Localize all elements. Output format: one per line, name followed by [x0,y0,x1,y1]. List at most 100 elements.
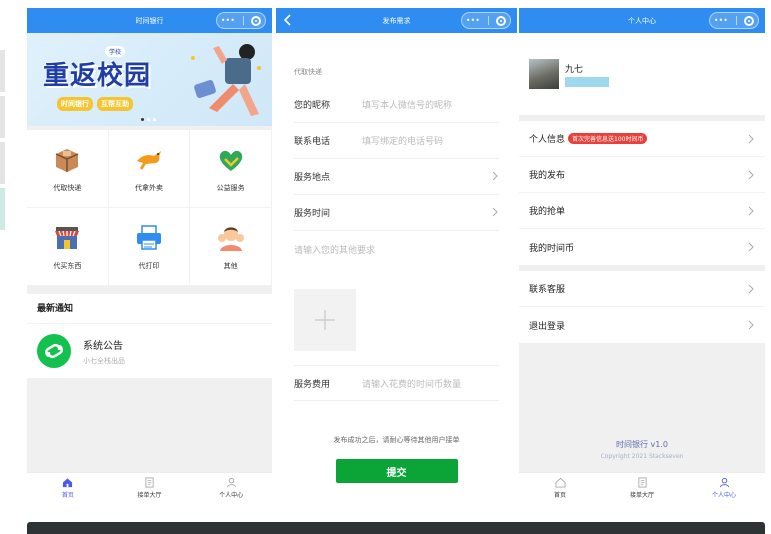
menu-item-time-coins[interactable]: 我的时间币 [519,229,765,265]
chevron-right-icon [748,320,754,330]
service-printing[interactable]: 代打印 [108,208,191,286]
notice-panel: 最新通知 系统公告 小七全栈出品 [27,294,272,378]
chevron-right-icon [748,170,754,180]
more-menu-icon[interactable]: ••• [714,16,728,25]
service-time-picker[interactable]: 服务时间 [294,195,499,231]
field-label: 服务时间 [294,209,331,219]
service-express-pickup[interactable]: 代取快递 [27,130,109,208]
package-icon [56,148,79,172]
requirements-textarea[interactable]: 请输入您的其他要求 [294,231,499,281]
tab-profile[interactable]: 个人中心 [190,473,272,502]
profile-navbar: 个人中心 ••• [519,8,765,33]
field-label: 服务地点 [294,173,331,183]
fee-input[interactable]: 请输入花费的时间币数量 [362,377,461,390]
image-upload-button[interactable] [294,289,356,351]
menu-item-contact-support[interactable]: 联系客服 [519,271,765,307]
field-label: 服务费用 [294,379,331,390]
menu-item-my-posts[interactable]: 我的发布 [519,157,765,193]
app-footer: 时间银行 v1.0 Copyright 2021 Stackseven [519,439,765,460]
more-menu-icon[interactable]: ••• [221,16,235,25]
user-icon [226,477,236,487]
user-icon [719,477,729,487]
menu-item-personal-info[interactable]: 个人信息 首次完善信息送100时间币 [519,121,765,157]
chevron-right-icon [748,134,754,144]
avatar[interactable] [529,59,559,89]
tab-profile[interactable]: 个人中心 [683,473,765,502]
tab-label: 个人中心 [711,491,736,499]
store-icon [55,226,80,249]
notice-subtitle: 小七全栈出品 [83,356,125,365]
copyright: Copyright 2021 Stackseven [600,453,684,460]
publish-form: 代取快递 您的昵称 填写本人微信号的昵称 联系电话 填写绑定的电话号码 服务地点… [276,67,517,483]
chevron-right-icon [748,284,754,294]
menu-item-my-orders[interactable]: 我的抢单 [519,193,765,229]
close-target-icon[interactable] [251,15,262,26]
profile-menu-secondary: 联系客服 退出登录 [519,271,765,343]
close-target-icon[interactable] [496,15,507,26]
sidebar-block-selected[interactable] [0,188,5,230]
home-icon [63,477,73,487]
service-label: 代打印 [138,261,160,270]
notice-item[interactable]: 系统公告 小七全栈出品 [27,324,272,378]
sidebar-block[interactable] [0,50,5,92]
carousel-indicator[interactable] [141,118,156,121]
notice-title: 系统公告 [83,340,123,352]
more-menu-icon[interactable]: ••• [466,16,480,25]
app-version: 时间银行 v1.0 [616,440,668,449]
heart-hands-icon [219,150,242,171]
service-charity[interactable]: 公益服务 [190,130,272,208]
menu-label: 退出登录 [529,321,566,332]
tab-label: 首页 [61,491,74,499]
miniprogram-capsule: ••• [709,12,759,29]
redacted-info-bar [565,76,609,87]
service-location-picker[interactable]: 服务地点 [294,159,499,195]
phone-input[interactable]: 填写绑定的电话号码 [362,134,443,147]
banner-carousel[interactable]: 学校 重返校园 时间银行 互帮互助 [27,33,272,126]
home-navbar: 时间银行 ••• [27,8,272,33]
bottom-tabbar: 首页 接单大厅 个人中心 [519,472,765,502]
tab-label: 首页 [553,491,566,499]
tab-order-hall[interactable]: 接单大厅 [601,473,683,502]
tab-label: 接单大厅 [137,491,162,499]
fee-field[interactable]: 服务费用 请输入花费的时间币数量 [294,365,499,401]
field-label: 联系电话 [294,137,331,147]
publish-title: 发布需求 [382,16,411,25]
plus-icon [315,310,335,330]
printer-icon [136,224,161,250]
service-label: 代买东西 [53,261,82,270]
publish-screen: 发布需求 ••• 代取快递 您的昵称 填写本人微信号的昵称 联系电话 填写绑定的… [276,8,517,505]
home-icon [554,477,566,488]
tab-home[interactable]: 首页 [519,473,601,502]
publish-navbar: 发布需求 ••• [276,8,517,33]
chevron-right-icon [492,207,498,217]
tab-home[interactable]: 首页 [27,473,109,502]
people-icon [217,226,244,251]
service-label: 代拿外卖 [134,183,163,192]
menu-label: 个人信息 [529,135,566,145]
tab-label: 接单大厅 [629,491,654,499]
profile-header[interactable]: 九七 [519,33,765,115]
service-label: 代取快递 [53,183,82,192]
sidebar-block[interactable] [0,142,5,184]
running-student-illustration [191,44,261,116]
document-icon [637,476,647,488]
sidebar-block[interactable] [0,96,5,138]
document-icon [145,476,154,488]
nickname-input[interactable]: 填写本人微信号的昵称 [362,98,452,111]
service-takeout[interactable]: 代拿外卖 [108,130,191,208]
username: 九七 [565,64,584,75]
kangaroo-delivery-icon [136,150,161,170]
service-shopping[interactable]: 代买东西 [27,208,109,286]
background-window-titlebar [27,522,765,534]
phone-field[interactable]: 联系电话 填写绑定的电话号码 [294,123,499,159]
submit-button[interactable]: 提交 [335,459,458,483]
menu-item-logout[interactable]: 退出登录 [519,307,765,343]
close-target-icon[interactable] [744,15,755,26]
chevron-right-icon [748,206,754,216]
reward-badge: 首次完善信息送100时间币 [568,133,648,144]
service-other[interactable]: 其他 [190,208,272,286]
nickname-field[interactable]: 您的昵称 填写本人微信号的昵称 [294,87,499,123]
tab-order-hall[interactable]: 接单大厅 [109,473,191,502]
home-title: 时间银行 [135,16,164,25]
back-arrow-icon[interactable] [281,13,295,27]
